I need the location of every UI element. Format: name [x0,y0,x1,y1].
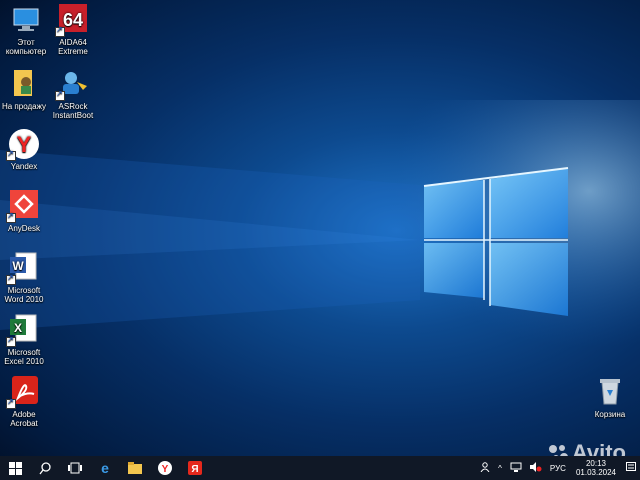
shortcut-arrow-icon [55,25,65,37]
desktop-icon-label: Adobe Acrobat [10,410,38,428]
desktop-icon-excel[interactable]: X Microsoft Excel 2010 [0,314,48,366]
svg-text:64: 64 [63,10,83,30]
network-icon[interactable] [506,462,526,474]
desktop-icon-label: Этот компьютер [5,38,47,56]
shortcut-arrow-icon [6,397,16,409]
clock-time: 20:13 [585,459,606,468]
aida64-icon: 64 [55,4,89,37]
desktop-icon-label: Microsoft Word 2010 [4,286,44,304]
shortcut-arrow-icon [6,211,16,223]
shortcut-arrow-icon [6,335,16,347]
notification-icon[interactable] [622,462,640,474]
task-view-icon[interactable] [60,456,90,480]
shortcut-arrow-icon [6,149,16,161]
desktop-icon-anydesk[interactable]: AnyDesk [0,190,48,233]
desktop-icon-this-pc[interactable]: Этот компьютер [2,4,50,56]
language-indicator[interactable]: РУС [546,464,570,473]
taskbar: e Y Я ^ РУС 20:13 01.03.2024 [0,456,640,480]
desktop-icon-label: На продажу [1,102,47,111]
yandex-browser-icon[interactable]: Y [150,456,180,480]
system-tray: ^ РУС 20:13 01.03.2024 [476,456,640,480]
people-icon[interactable] [476,462,494,474]
word-icon: W [6,252,40,285]
yandex-icon[interactable]: Я [180,456,210,480]
desktop-icon-acrobat[interactable]: Adobe Acrobat [0,376,48,428]
svg-text:Я: Я [191,464,198,475]
volume-icon[interactable] [526,462,546,474]
svg-text:X: X [14,321,22,335]
svg-text:e: e [101,461,109,475]
desktop-icon-label: AIDA64 Extreme [58,38,88,56]
computer-icon [10,4,42,36]
svg-text:Y: Y [162,464,169,475]
desktop-icon-label: Microsoft Excel 2010 [4,348,44,366]
desktop-icon-yandex[interactable]: Y Yandex [0,128,48,171]
svg-text:W: W [12,259,24,273]
shortcut-arrow-icon [55,89,65,101]
svg-text:Y: Y [17,132,32,157]
edge-icon[interactable]: e [90,456,120,480]
desktop-icon-folder[interactable]: На продажу [0,68,48,111]
file-explorer-icon[interactable] [120,456,150,480]
folder-icon [8,68,40,100]
desktop-icon-label: AnyDesk [7,224,40,233]
desktop-icon-label: Yandex [10,162,38,171]
windows-start-icon[interactable] [0,456,30,480]
desktop-icon-asrock[interactable]: ASRock InstantBoot [49,68,97,120]
recycle-bin-icon [594,376,626,408]
tray-chevron-up-icon[interactable]: ^ [494,464,506,473]
clock-date: 01.03.2024 [575,468,616,477]
search-icon[interactable] [30,456,60,480]
desktop-icon-recycle-bin[interactable]: Корзина [586,376,634,419]
desktop-icon-word[interactable]: W Microsoft Word 2010 [0,252,48,304]
shortcut-arrow-icon [6,273,16,285]
acrobat-icon [6,376,40,409]
desktop-icon-label: ASRock InstantBoot [52,102,94,120]
anydesk-icon [6,190,40,223]
desktop-icon-label: Корзина [594,410,626,419]
excel-icon: X [6,314,40,347]
asrock-instantboot-icon [55,68,89,101]
yandex-browser-icon: Y [6,128,40,161]
desktop-icon-aida64[interactable]: 64 AIDA64 Extreme [49,4,97,56]
clock[interactable]: 20:13 01.03.2024 [570,459,622,477]
